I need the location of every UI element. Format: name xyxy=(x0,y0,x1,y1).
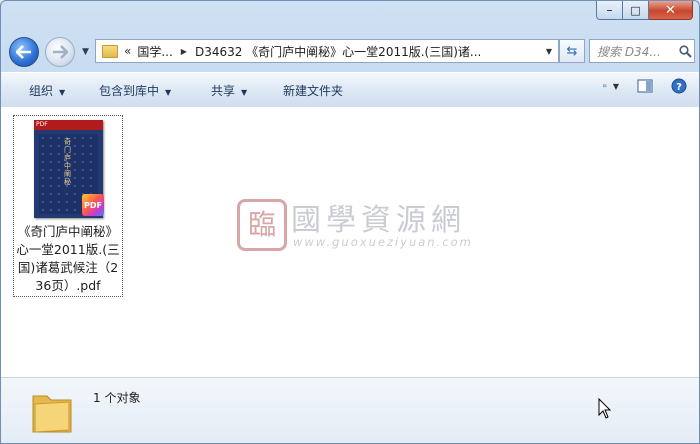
cover-title: 奇门庐中阐秘 xyxy=(64,138,71,186)
watermark-title: 國學資源網 xyxy=(291,203,466,238)
minimize-button[interactable]: – xyxy=(596,1,623,20)
svg-text:?: ? xyxy=(676,82,682,93)
include-in-library-menu[interactable]: 包含到库中 ▼ xyxy=(99,82,171,99)
dropdown-arrow-icon: ▼ xyxy=(241,88,248,97)
pdf-file-icon: PDF xyxy=(82,194,104,216)
search-box[interactable]: 搜索 D34... xyxy=(589,39,695,63)
watermark-url: www.guoxueziyuan.com xyxy=(293,235,473,249)
address-dropdown-icon[interactable]: ▼ xyxy=(546,47,552,56)
preview-pane-icon xyxy=(637,79,653,93)
search-icon[interactable] xyxy=(676,44,694,58)
close-button[interactable]: ✕ xyxy=(649,1,693,20)
search-input[interactable]: 搜索 D34... xyxy=(597,43,676,60)
refresh-button[interactable]: ⇆ xyxy=(559,39,585,63)
share-menu[interactable]: 共享 ▼ xyxy=(211,82,247,99)
navigation-bar: ▼ « 国学... ▶ D34632 《奇门庐中阐秘》心一堂2011版.(三国)… xyxy=(1,35,699,67)
explorer-window: – □ ✕ ▼ « 国学... ▶ D34632 《奇门庐中阐秘》心一堂2011… xyxy=(0,0,700,444)
folder-icon xyxy=(102,44,118,58)
forward-button[interactable] xyxy=(45,37,75,67)
breadcrumb-root[interactable]: 国学... xyxy=(137,43,172,60)
item-count: 1 个对象 xyxy=(93,391,141,405)
organize-menu[interactable]: 组织 ▼ xyxy=(29,82,65,99)
caption-buttons: – □ ✕ xyxy=(596,1,693,20)
mouse-cursor-icon xyxy=(598,397,612,423)
command-bar: 组织 ▼ 包含到库中 ▼ 共享 ▼ 新建文件夹 ▼ ? xyxy=(1,72,699,108)
file-item[interactable]: PDF 奇门庐中阐秘 PDF 《奇门庐中阐秘》心一堂2011版.(三国)诸葛武候… xyxy=(13,115,123,297)
breadcrumb-current[interactable]: D34632 《奇门庐中阐秘》心一堂2011版.(三国)诸... xyxy=(195,43,540,60)
arrow-left-icon xyxy=(16,45,31,59)
dropdown-arrow-icon: ▼ xyxy=(59,88,66,97)
file-name[interactable]: 《奇门庐中阐秘》心一堂2011版.(三国)诸葛武候注（236页）.pdf xyxy=(14,223,122,295)
dropdown-arrow-icon: ▼ xyxy=(165,88,172,97)
view-controls: ▼ ? xyxy=(603,78,687,94)
maximize-button[interactable]: □ xyxy=(623,1,649,20)
address-overflow-chevron[interactable]: « xyxy=(124,44,131,58)
breadcrumb-separator-icon[interactable]: ▶ xyxy=(181,47,187,56)
preview-pane-button[interactable] xyxy=(637,79,653,93)
help-icon: ? xyxy=(671,78,687,94)
cover-pdf-tag: PDF xyxy=(36,121,48,128)
recent-pages-dropdown[interactable]: ▼ xyxy=(82,47,89,57)
new-folder-button[interactable]: 新建文件夹 xyxy=(283,82,343,99)
details-pane: 1 个对象 xyxy=(1,377,699,443)
help-button[interactable]: ? xyxy=(671,78,687,94)
chevron-down-icon: ▼ xyxy=(612,81,619,91)
folder-icon xyxy=(31,388,73,434)
watermark-seal: 臨 xyxy=(237,199,287,251)
watermark: 臨 國學資源網 www.guoxueziyuan.com xyxy=(237,195,497,255)
file-list[interactable]: PDF 奇门庐中阐秘 PDF 《奇门庐中阐秘》心一堂2011版.(三国)诸葛武候… xyxy=(1,107,699,377)
back-button[interactable] xyxy=(9,37,39,67)
change-view-button[interactable]: ▼ xyxy=(603,79,619,93)
refresh-icon: ⇆ xyxy=(566,43,578,59)
address-bar[interactable]: « 国学... ▶ D34632 《奇门庐中阐秘》心一堂2011版.(三国)诸.… xyxy=(95,39,559,63)
arrow-right-icon xyxy=(53,45,68,59)
view-icon xyxy=(603,84,607,88)
